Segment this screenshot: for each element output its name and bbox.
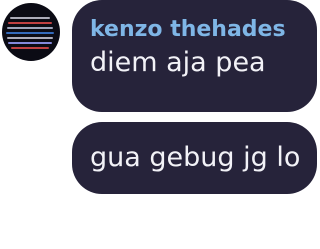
message-bubble[interactable]: gua gebug jg lo (72, 122, 317, 194)
message-bubble[interactable]: kenzo thehades diem aja pea (72, 0, 317, 112)
message-text: gua gebug jg lo (90, 142, 301, 173)
avatar-detail (7, 37, 53, 39)
chat-thread: kenzo thehades diem aja pea gua gebug jg… (0, 0, 320, 249)
avatar-detail (8, 22, 52, 24)
sender-avatar[interactable] (2, 3, 60, 61)
avatar-detail (10, 17, 50, 19)
avatar-detail (11, 47, 49, 49)
message-text: diem aja pea (90, 47, 266, 78)
avatar-detail (7, 27, 53, 29)
sender-name[interactable]: kenzo thehades (90, 16, 299, 44)
avatar-detail (6, 32, 54, 34)
avatar-detail (8, 42, 52, 44)
